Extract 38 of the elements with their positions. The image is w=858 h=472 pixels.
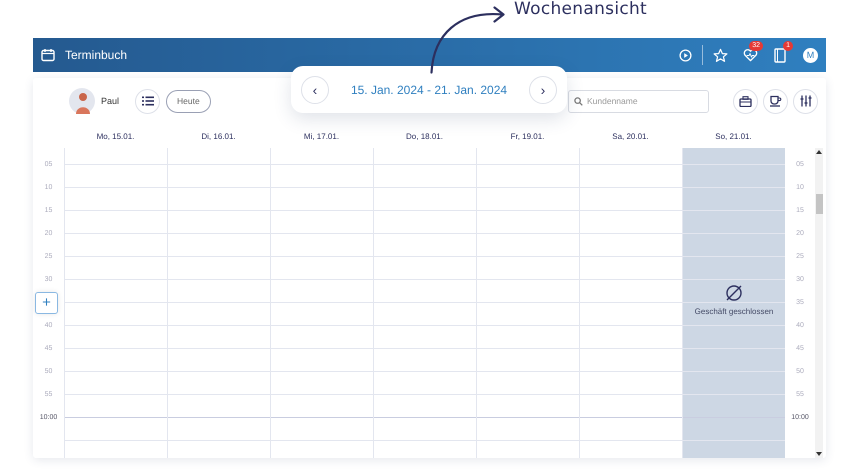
filter-button[interactable] — [793, 88, 818, 114]
list-icon — [142, 96, 154, 106]
account-avatar[interactable]: M — [803, 48, 818, 62]
briefcase-icon — [739, 96, 752, 106]
coffee-cup-icon — [769, 95, 782, 107]
date-range-label: 15. Jan. 2024 - 21. Jan. 2024 — [350, 82, 508, 96]
break-button[interactable] — [763, 88, 788, 114]
person-avatar[interactable] — [69, 88, 95, 114]
closed-label: Geschäft geschlossen — [694, 307, 774, 316]
sliders-icon — [800, 95, 812, 107]
scrollbar[interactable] — [815, 148, 823, 458]
add-button[interactable]: + — [35, 292, 58, 314]
closed-icon — [724, 283, 744, 303]
day-header: Di, 16.01. — [201, 132, 236, 140]
register-button[interactable] — [733, 88, 758, 114]
calendar-icon — [41, 48, 55, 62]
scroll-down-icon[interactable] — [816, 452, 822, 456]
today-button[interactable]: Heute — [166, 90, 211, 112]
closed-day-column[interactable]: Geschäft geschlossen — [682, 148, 785, 458]
previous-week-button[interactable]: ‹ — [301, 76, 329, 104]
day-header: Mo, 15.01. — [96, 132, 134, 140]
app-title: Terminbuch — [65, 48, 128, 62]
scrollbar-thumb[interactable] — [816, 194, 822, 214]
staff-name: Paul — [101, 96, 120, 106]
list-view-button[interactable] — [135, 88, 160, 114]
heart-pulse-icon — [742, 48, 758, 62]
book-icon — [774, 48, 786, 62]
day-header: Do, 18.01. — [406, 132, 443, 140]
annotation-label: Wochenansicht — [514, 0, 648, 19]
scroll-up-icon[interactable] — [816, 150, 822, 154]
play-icon — [678, 48, 692, 62]
day-header: So, 21.01. — [715, 132, 752, 140]
day-header: Sa, 20.01. — [612, 132, 649, 140]
day-header: Fr, 19.01. — [510, 132, 544, 140]
day-header: Mi, 17.01. — [304, 132, 340, 140]
search-field[interactable]: Kundenname — [568, 90, 709, 112]
next-week-button[interactable]: › — [529, 76, 557, 104]
star-icon — [712, 48, 728, 62]
